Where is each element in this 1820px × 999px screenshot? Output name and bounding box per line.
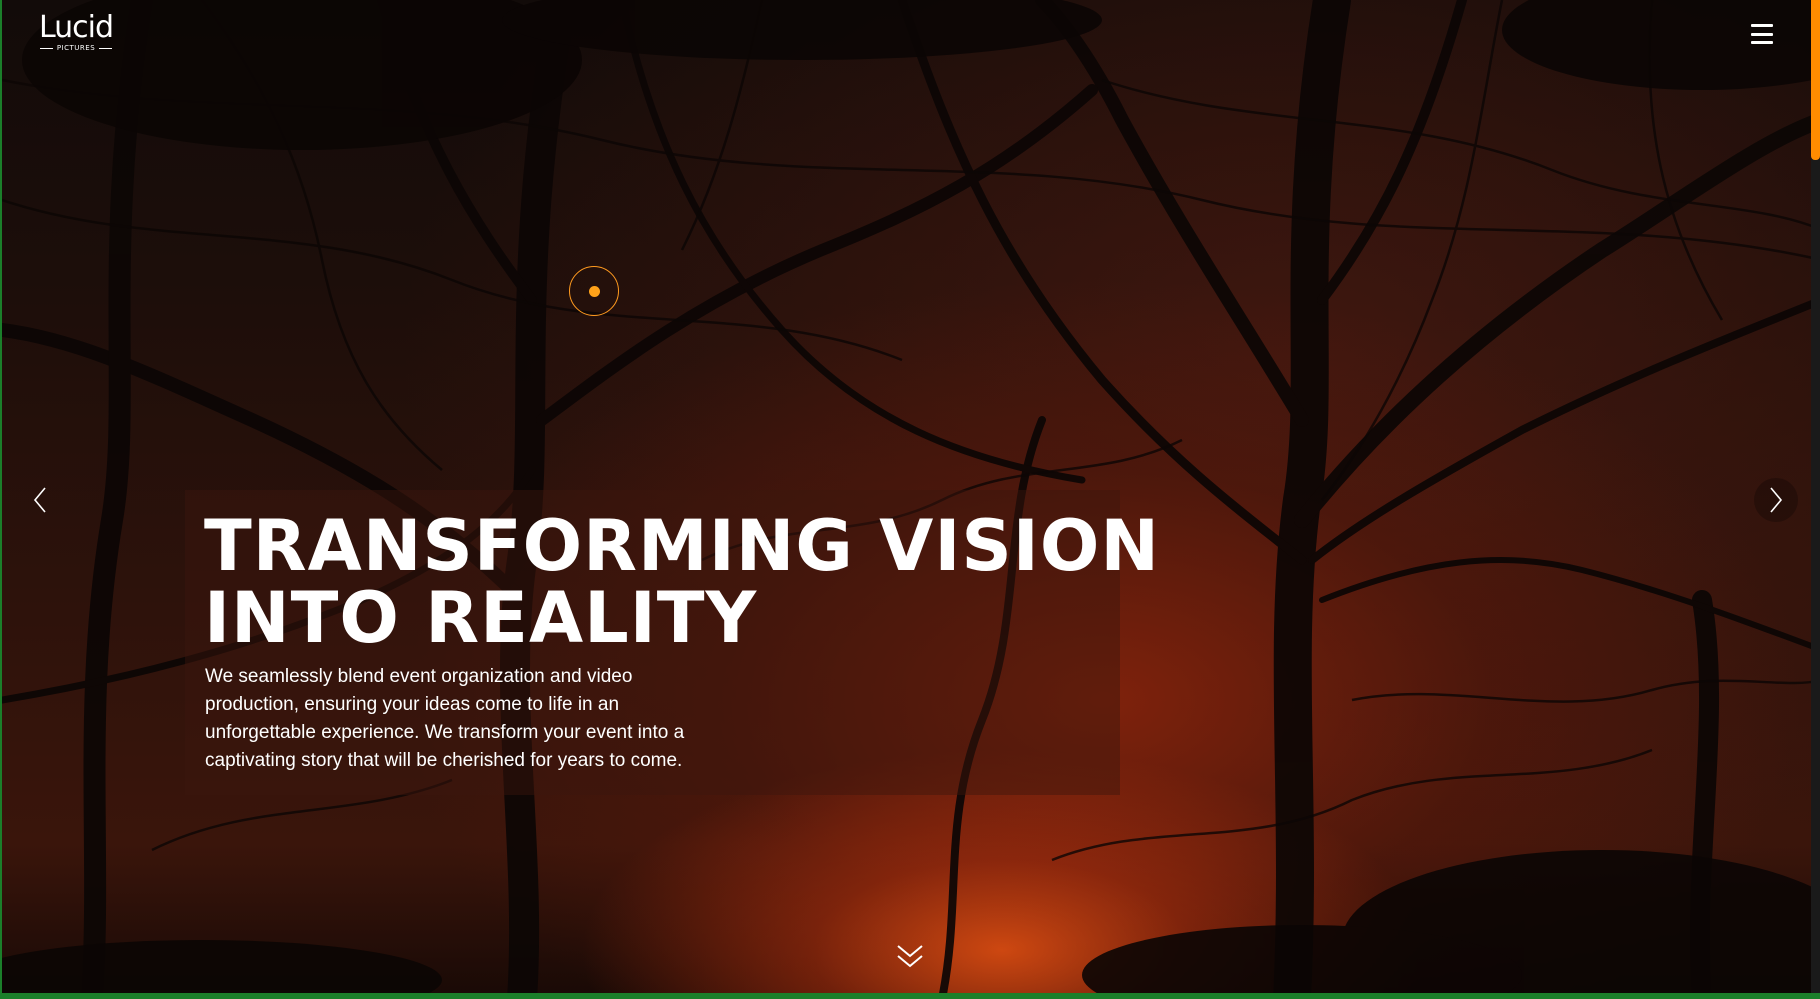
scrollbar-thumb[interactable] bbox=[1811, 0, 1820, 160]
hero-title-line-2: INTO REALITY bbox=[204, 577, 758, 659]
custom-cursor-dot bbox=[589, 286, 600, 297]
hero-title: TRANSFORMING VISION INTO REALITY bbox=[204, 510, 1164, 654]
menu-bar-bottom bbox=[1751, 41, 1773, 44]
brand-logo[interactable]: Lucid PICTURES bbox=[36, 10, 116, 52]
menu-bar-middle bbox=[1751, 32, 1773, 36]
brand-tagline: PICTURES bbox=[56, 44, 96, 52]
page-viewport: Lucid PICTURES TRANSFORMING VISION INTO … bbox=[0, 0, 1820, 999]
page-scrollbar[interactable] bbox=[1811, 0, 1820, 993]
hamburger-menu-icon[interactable] bbox=[1751, 24, 1773, 44]
chevron-right-icon bbox=[1770, 487, 1783, 513]
brand-name: Lucid bbox=[38, 10, 114, 45]
hero-description: We seamlessly blend event organization a… bbox=[205, 666, 685, 771]
hero-title-line-1: TRANSFORMING VISION bbox=[204, 505, 1160, 587]
slider-next-button[interactable] bbox=[1754, 478, 1798, 522]
tagline-divider-right bbox=[99, 47, 113, 49]
slider-prev-button[interactable] bbox=[18, 478, 62, 522]
menu-bar-top bbox=[1751, 24, 1773, 27]
scroll-down-button[interactable] bbox=[895, 942, 925, 972]
tagline-divider-left bbox=[39, 47, 53, 49]
chevron-left-icon bbox=[33, 487, 46, 513]
double-chevron-down-icon bbox=[897, 945, 923, 968]
